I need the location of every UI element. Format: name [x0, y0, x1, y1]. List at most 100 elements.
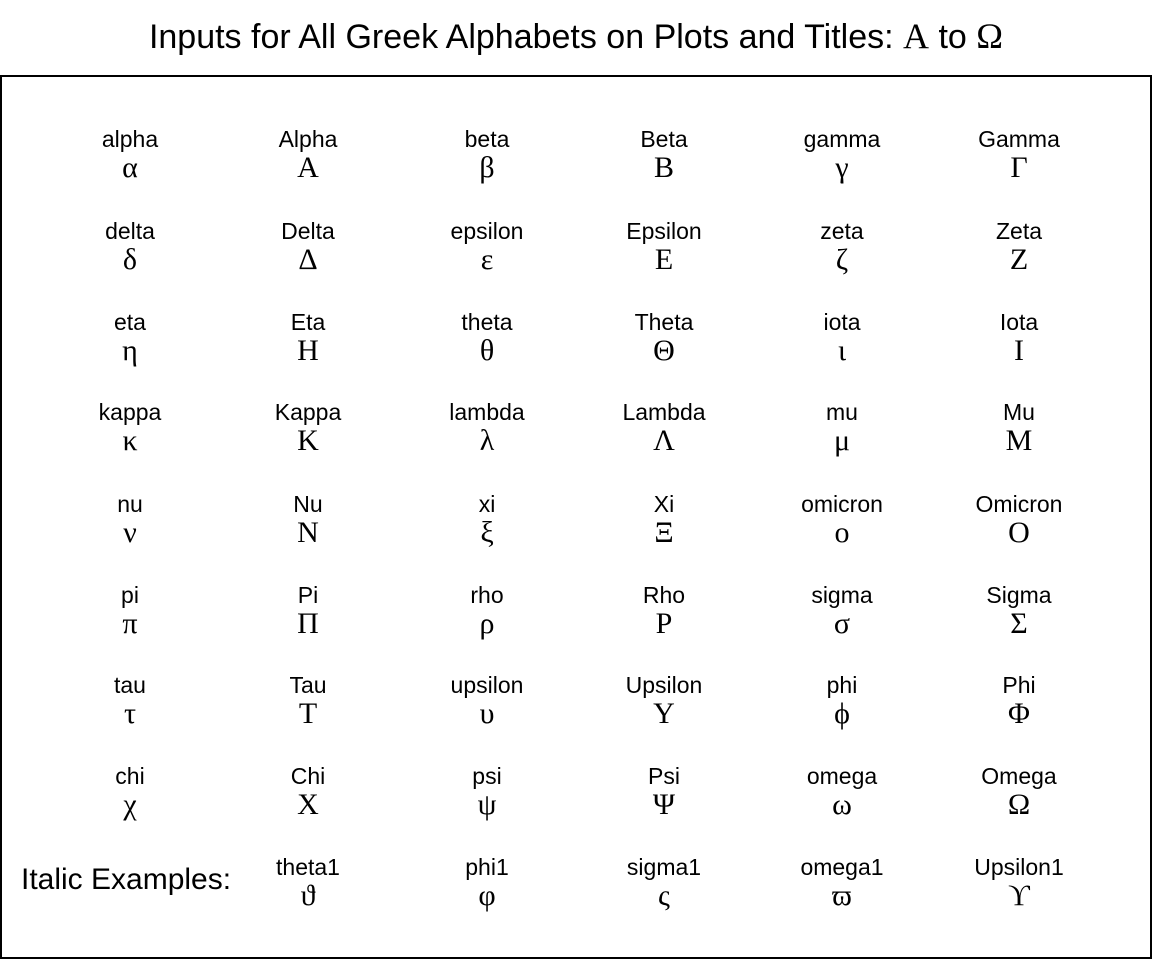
italic-cell-sigma1: sigma1 ς	[579, 854, 749, 912]
symbol-name-label: Psi	[648, 763, 680, 789]
italic-cell-upsilon1: Upsilon1 ϒ	[934, 854, 1104, 912]
symbol-name-label: eta	[114, 309, 146, 335]
symbol-name-label: Chi	[290, 763, 326, 789]
greek-glyph: ϒ	[1008, 879, 1030, 912]
greek-cell-zeta-lower: zeta ζ	[757, 218, 927, 276]
greek-cell-tau-upper: Tau Τ	[223, 672, 393, 730]
symbol-name-label: omega	[806, 763, 878, 789]
symbol-name-label: beta	[464, 126, 510, 152]
greek-glyph: Υ	[653, 697, 675, 730]
greek-cell-pi-lower: pi π	[45, 582, 215, 640]
symbol-name-label: Nu	[293, 491, 323, 517]
greek-cell-iota-lower: iota ι	[757, 309, 927, 367]
greek-glyph: ο	[834, 516, 850, 549]
symbol-name-label: Kappa	[274, 399, 342, 425]
greek-glyph: ψ	[477, 788, 497, 821]
greek-cell-chi-upper: Chi Χ	[223, 763, 393, 821]
symbol-name-label: Omega	[981, 763, 1057, 789]
symbol-name-label: chi	[115, 763, 145, 789]
symbol-name-label: mu	[826, 399, 858, 425]
greek-cell-omicron-lower: omicron ο	[757, 491, 927, 549]
greek-cell-beta-upper: Beta Β	[579, 126, 749, 184]
greek-cell-iota-upper: Iota Ι	[934, 309, 1104, 367]
symbol-name-label: gamma	[803, 126, 881, 152]
symbol-name-label: theta1	[276, 854, 340, 880]
greek-glyph: δ	[122, 243, 138, 276]
greek-cell-sigma-upper: Sigma Σ	[934, 582, 1104, 640]
symbol-name-label: sigma	[811, 582, 873, 608]
greek-cell-rho-upper: Rho Ρ	[579, 582, 749, 640]
greek-cell-epsilon-upper: Epsilon Ε	[579, 218, 749, 276]
greek-glyph: β	[479, 151, 495, 184]
symbol-name-label: psi	[472, 763, 502, 789]
greek-cell-psi-lower: psi ψ	[402, 763, 572, 821]
greek-glyph: μ	[833, 424, 851, 457]
greek-glyph: ϖ	[832, 879, 852, 912]
greek-glyph: ς	[658, 879, 670, 912]
greek-glyph: θ	[479, 334, 495, 367]
title-symbol-omega: Ω	[976, 16, 1004, 56]
symbol-name-label: Mu	[1003, 399, 1035, 425]
symbol-name-label: Gamma	[978, 126, 1060, 152]
greek-glyph: ν	[123, 516, 137, 549]
greek-cell-lambda-upper: Lambda Λ	[579, 399, 749, 457]
symbol-name-label: Alpha	[278, 126, 338, 152]
greek-glyph: Ο	[1008, 516, 1030, 549]
greek-glyph: χ	[123, 788, 137, 821]
symbol-name-label: Beta	[640, 126, 688, 152]
symbol-name-label: zeta	[820, 218, 864, 244]
title-symbol-alpha: Α	[903, 16, 930, 56]
symbol-name-label: theta	[461, 309, 513, 335]
title-mid: to	[929, 18, 977, 56]
greek-glyph: Ω	[1007, 788, 1031, 821]
greek-cell-alpha-upper: Alpha Α	[223, 126, 393, 184]
greek-cell-xi-lower: xi ξ	[402, 491, 572, 549]
greek-cell-phi-upper: Phi Φ	[934, 672, 1104, 730]
greek-glyph: ε	[480, 243, 494, 276]
greek-glyph: τ	[123, 697, 137, 730]
symbol-name-label: epsilon	[450, 218, 524, 244]
greek-cell-beta-lower: beta β	[402, 126, 572, 184]
greek-cell-psi-upper: Psi Ψ	[579, 763, 749, 821]
greek-cell-kappa-upper: Kappa Κ	[223, 399, 393, 457]
greek-glyph: ζ	[835, 243, 849, 276]
greek-glyph: σ	[833, 607, 851, 640]
symbol-name-label: pi	[121, 582, 139, 608]
greek-glyph: Α	[297, 151, 319, 184]
symbol-name-label: Upsilon1	[974, 854, 1064, 880]
italic-cell-theta1: theta1 ϑ	[223, 854, 393, 912]
symbol-name-label: xi	[478, 491, 496, 517]
symbol-name-label: Epsilon	[626, 218, 702, 244]
symbol-name-label: Omicron	[975, 491, 1063, 517]
greek-glyph: κ	[122, 424, 138, 457]
greek-cell-xi-upper: Xi Ξ	[579, 491, 749, 549]
symbol-name-label: Sigma	[986, 582, 1052, 608]
greek-glyph: Η	[297, 334, 319, 367]
greek-glyph: Μ	[1005, 424, 1033, 457]
greek-glyph: Ι	[1014, 334, 1024, 367]
greek-glyph: π	[122, 607, 138, 640]
symbol-name-label: lambda	[449, 399, 525, 425]
greek-glyph: ω	[832, 788, 852, 821]
symbol-name-label: Iota	[999, 309, 1039, 335]
symbol-name-label: Upsilon	[625, 672, 703, 698]
greek-glyph: Δ	[298, 243, 318, 276]
greek-glyph: Φ	[1008, 697, 1030, 730]
greek-glyph: Ν	[297, 516, 319, 549]
greek-glyph: ϕ	[834, 697, 850, 730]
greek-cell-sigma-lower: sigma σ	[757, 582, 927, 640]
greek-glyph: Γ	[1010, 151, 1028, 184]
symbol-name-label: iota	[823, 309, 861, 335]
greek-glyph: Ξ	[654, 516, 674, 549]
greek-cell-upsilon-upper: Upsilon Υ	[579, 672, 749, 730]
italic-cell-omega1: omega1 ϖ	[757, 854, 927, 912]
symbol-name-label: Zeta	[995, 218, 1043, 244]
symbol-name-label: Delta	[281, 218, 335, 244]
symbol-name-label: Tau	[289, 672, 327, 698]
symbol-name-label: kappa	[98, 399, 162, 425]
title-text: Inputs for All Greek Alphabets on Plots …	[148, 18, 904, 56]
symbol-name-label: rho	[470, 582, 504, 608]
greek-glyph: Ζ	[1009, 243, 1029, 276]
symbol-name-label: upsilon	[450, 672, 524, 698]
symbol-name-label: Pi	[297, 582, 319, 608]
